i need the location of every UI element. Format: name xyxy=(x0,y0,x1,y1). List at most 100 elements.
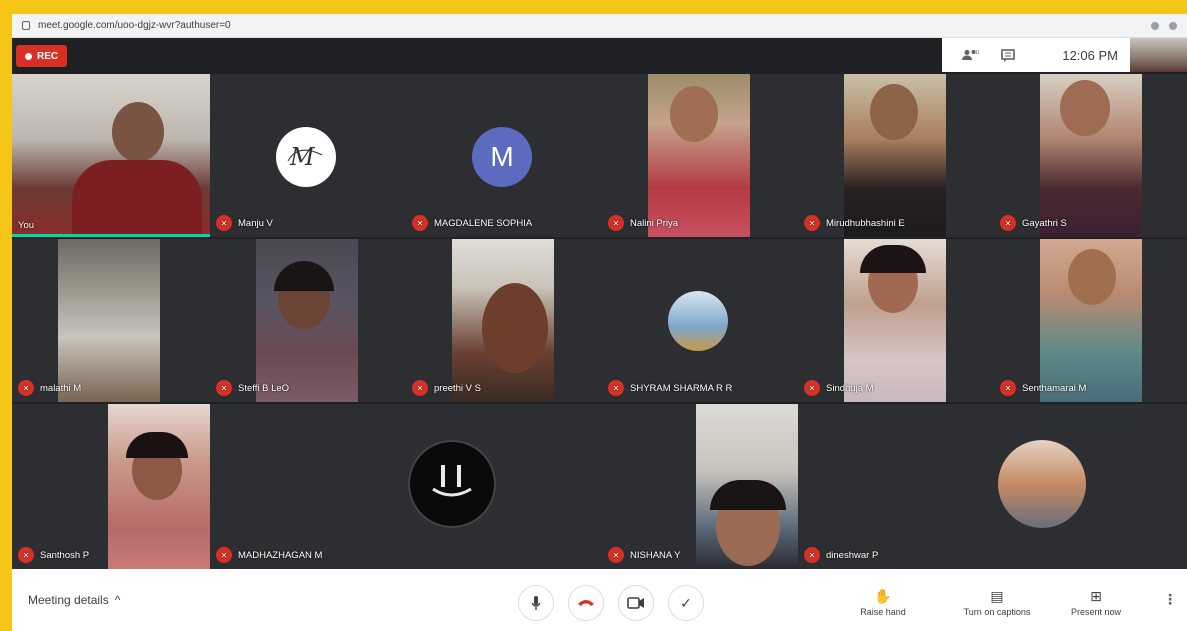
participant-name: Steffi B LeO xyxy=(238,382,290,394)
leave-call-button[interactable] xyxy=(568,585,604,621)
participant-tile[interactable]: ✕ dineshwar P xyxy=(798,404,1187,569)
mic-off-icon: ✕ xyxy=(804,547,820,563)
photo-avatar xyxy=(998,440,1086,528)
participant-name: MADHAZHAGAN M xyxy=(238,549,323,561)
logo-avatar: M xyxy=(276,127,336,187)
participant-video xyxy=(844,74,946,237)
participant-video xyxy=(1040,239,1142,402)
participant-tile[interactable]: ✕ Steffi B LeO xyxy=(210,239,406,402)
participant-name: preethi V S xyxy=(434,382,481,394)
participant-video xyxy=(108,404,210,569)
participant-tile[interactable]: ✕ Nalini Priya xyxy=(602,74,798,237)
participant-nametag: ✕ Nalini Priya xyxy=(608,215,678,231)
participant-video xyxy=(696,404,798,569)
present-now-button[interactable]: ⊞ Present now xyxy=(1056,581,1136,625)
participant-name: MAGDALENE SOPHIA xyxy=(434,217,533,229)
chat-icon[interactable] xyxy=(998,47,1018,63)
participant-video xyxy=(58,239,160,402)
mic-off-icon: ✕ xyxy=(804,380,820,396)
record-dot-icon xyxy=(25,52,32,60)
present-label: Present now xyxy=(1070,607,1122,617)
url-text[interactable]: meet.google.com/uoo-dgjz-wvr?authuser=0 xyxy=(38,20,231,31)
participant-name: NISHANA Y xyxy=(630,549,681,561)
recording-badge: REC xyxy=(16,45,68,67)
extension-icon[interactable] xyxy=(1151,21,1159,30)
participant-name: Nalini Priya xyxy=(630,217,679,229)
participant-tile[interactable]: ✕ Sindhuja M xyxy=(798,239,994,402)
meet-window: meet.google.com/uoo-dgjz-wvr?authuser=0 … xyxy=(12,14,1187,631)
logo-avatar xyxy=(408,440,496,528)
captions-icon: ▤ xyxy=(990,588,1004,604)
camera-button[interactable] xyxy=(618,585,654,621)
microphone-button[interactable] xyxy=(518,585,554,621)
participant-tile[interactable]: ✕ NISHANA Y xyxy=(602,404,798,569)
participant-tile[interactable]: M ✕ MAGDALENE SOPHIA xyxy=(406,74,602,237)
address-bar[interactable]: meet.google.com/uoo-dgjz-wvr?authuser=0 xyxy=(12,14,1187,38)
participant-nametag: ✕ Mirudhubhashini E xyxy=(804,215,905,231)
mic-off-icon: ✕ xyxy=(608,215,624,231)
participant-nametag: ✕ Gayathri S xyxy=(1000,215,1067,231)
participant-nametag: ✕ SHYRAM SHARMA R R xyxy=(608,380,732,396)
participant-tile[interactable]: ✕ SHYRAM SHARMA R R xyxy=(602,239,798,402)
self-view-thumbnail[interactable] xyxy=(1130,38,1187,72)
raise-hand-button[interactable]: ✋ Raise hand xyxy=(843,581,923,625)
mic-off-icon: ✕ xyxy=(216,215,232,231)
participant-name: Mirudhubhashini E xyxy=(826,217,905,229)
meeting-clock: 12:06 PM xyxy=(1062,47,1118,63)
participant-video xyxy=(1040,74,1142,237)
participant-name: SHYRAM SHARMA R R xyxy=(630,382,733,394)
participant-nametag: ✕ MADHAZHAGAN M xyxy=(216,547,322,563)
bottom-toolbar: Meeting details ^ ✓ ✋ Raise hand ▤ Turn … xyxy=(12,569,1187,631)
meeting-details-button[interactable]: Meeting details ^ xyxy=(28,593,120,607)
participant-name: Senthamarai M xyxy=(1022,382,1087,394)
participant-tile[interactable]: ✕ Santhosh P xyxy=(12,404,210,569)
zoom-icon[interactable] xyxy=(1169,21,1177,30)
captions-button[interactable]: ▤ Turn on captions xyxy=(942,581,1052,625)
participant-tile[interactable]: ✕ MADHAZHAGAN M xyxy=(210,404,602,569)
participant-tile[interactable]: ✕ Senthamarai M xyxy=(994,239,1187,402)
participant-video xyxy=(452,239,554,402)
participant-nametag: You xyxy=(18,220,34,231)
checkmark-icon: ✓ xyxy=(680,594,692,611)
participant-grid: You M ✕ Manju V M ✕ MAGDALENE SOPHIA ✕ N… xyxy=(12,74,1187,569)
people-icon[interactable]: 18 xyxy=(960,47,980,63)
participant-tile[interactable]: ✕ preethi V S xyxy=(406,239,602,402)
mic-off-icon: ✕ xyxy=(412,215,428,231)
present-screen-icon: ⊞ xyxy=(1090,588,1102,604)
mic-off-icon: ✕ xyxy=(1000,215,1016,231)
svg-text:M: M xyxy=(289,143,316,171)
participant-nametag: ✕ Senthamarai M xyxy=(1000,380,1086,396)
avatar-initial: M xyxy=(490,141,514,172)
chevron-up-icon: ^ xyxy=(114,593,121,607)
captions-label: Turn on captions xyxy=(963,607,1031,617)
participant-nametag: ✕ preethi V S xyxy=(412,380,481,396)
participant-nametag: ✕ Santhosh P xyxy=(18,547,89,563)
mic-off-icon: ✕ xyxy=(18,380,34,396)
participant-tile[interactable]: ✕ malathi M xyxy=(12,239,210,402)
microphone-icon xyxy=(531,596,541,610)
meeting-details-label: Meeting details xyxy=(28,593,109,607)
participant-nametag: ✕ NISHANA Y xyxy=(608,547,681,563)
participant-tile[interactable]: You xyxy=(12,74,210,237)
raise-hand-label: Raise hand xyxy=(860,607,906,617)
participant-tile[interactable]: ✕ Mirudhubhashini E xyxy=(798,74,994,237)
hand-icon: ✋ xyxy=(874,588,892,604)
participant-tile[interactable]: ✕ Gayathri S xyxy=(994,74,1187,237)
lock-icon xyxy=(22,21,30,30)
photo-avatar xyxy=(668,291,728,351)
rec-label: REC xyxy=(37,50,59,62)
participant-nametag: ✕ dineshwar P xyxy=(804,547,878,563)
participant-nametag: ✕ Sindhuja M xyxy=(804,380,874,396)
mic-off-icon: ✕ xyxy=(804,215,820,231)
mic-off-icon: ✕ xyxy=(1000,380,1016,396)
participant-nametag: ✕ MAGDALENE SOPHIA xyxy=(412,215,532,231)
more-options-icon[interactable]: ⋮ xyxy=(1163,591,1177,608)
browser-actions xyxy=(1151,21,1177,30)
mic-off-icon: ✕ xyxy=(18,547,34,563)
participant-nametag: ✕ malathi M xyxy=(18,380,81,396)
participant-tile[interactable]: M ✕ Manju V xyxy=(210,74,406,237)
meeting-top-bar: REC 18 12:06 PM xyxy=(12,38,1187,74)
confirm-button[interactable]: ✓ xyxy=(668,585,704,621)
mic-off-icon: ✕ xyxy=(608,547,624,563)
participant-video xyxy=(256,239,358,402)
